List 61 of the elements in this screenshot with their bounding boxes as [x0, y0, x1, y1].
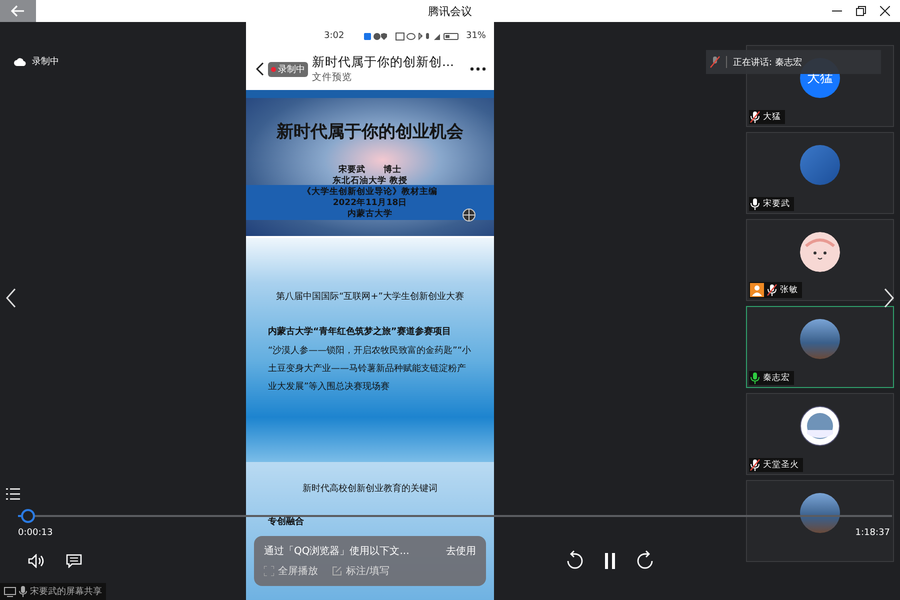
slide-text: 东北石油大学 教授 — [332, 176, 408, 186]
slide-text: 《大学生创新创业导论》教材主编 — [302, 187, 438, 198]
elapsed-time: 0:00:13 — [18, 528, 53, 538]
participant-tile[interactable]: 秦志宏 — [746, 306, 894, 388]
slide-body: “沙漠人参——锁阳，开启农牧民致富的金药匙”“小土豆变身大产业——马铃薯新品种赋能支链淀粉产业大发展”等入围总决赛现场赛 — [268, 344, 472, 394]
pause-icon[interactable] — [604, 553, 616, 569]
comment-icon[interactable] — [66, 554, 82, 568]
more-icon[interactable] — [470, 67, 486, 71]
next-page-icon[interactable] — [884, 288, 894, 308]
cloud-icon — [14, 58, 26, 66]
back-chevron-icon[interactable] — [256, 62, 264, 76]
slide-text: 2022年11月18日 — [332, 198, 408, 208]
phone-time: 3:02 — [324, 31, 344, 41]
screen-share-icon — [4, 586, 16, 596]
slide-heading: 第八届中国国际“互联网+”大学生创新创业大赛 — [275, 290, 465, 303]
host-user-icon — [750, 283, 764, 297]
popup-option[interactable]: 全屏播放 — [264, 564, 318, 578]
cartoon-avatar-icon — [800, 232, 840, 272]
participant-tile[interactable]: 张敏 — [746, 219, 894, 301]
slide-text: 宋要武 博士 — [338, 165, 402, 176]
participant-name: 大猛 — [763, 111, 781, 123]
document-subtitle: 文件预览 — [312, 71, 353, 84]
edit-icon — [332, 566, 342, 576]
progress-thumb[interactable] — [20, 509, 35, 523]
document-title: 新时代属于你的创新创... — [312, 54, 455, 71]
back-arrow-icon — [11, 5, 25, 17]
mic-icon — [19, 586, 27, 597]
recording-badge: 录制中 — [268, 62, 308, 76]
participant-name: 天堂圣火 — [763, 459, 799, 471]
participant-tile[interactable]: 天堂圣火 — [746, 393, 894, 475]
slide-heading: 新时代高校创新创业教育的关键词 — [302, 482, 438, 495]
total-duration: 1:18:37 — [855, 528, 890, 538]
photo-placeholder — [800, 493, 840, 533]
list-icon[interactable] — [6, 488, 20, 500]
fullscreen-icon — [264, 566, 274, 576]
volume-icon[interactable] — [28, 554, 44, 568]
slide-text: 内蒙古大学 — [348, 209, 392, 220]
use-link[interactable]: 去使用 — [446, 544, 476, 558]
globe-icon — [462, 208, 476, 222]
photo-placeholder — [800, 319, 840, 359]
participant-tile[interactable]: 宋要武 — [746, 132, 894, 214]
muted-mic-icon — [710, 56, 720, 68]
avatar-image-placeholder — [800, 145, 840, 185]
battery-percent: 31% — [466, 31, 486, 41]
close-icon[interactable] — [880, 6, 890, 16]
recording-status: 录制中 — [32, 56, 59, 68]
participant-name: 宋要武 — [763, 198, 790, 210]
participant-name: 张敏 — [780, 284, 798, 296]
window-title: 腾讯会议 — [428, 4, 472, 18]
slide-keyword: 专创融合 — [268, 516, 305, 528]
participant-tile[interactable] — [746, 480, 894, 562]
back-button[interactable] — [0, 0, 36, 22]
popup-text: 通过「QQ浏览器」使用以下文... — [264, 544, 410, 558]
slide-title: 新时代属于你的创业机会 — [276, 121, 464, 143]
restore-icon[interactable] — [856, 6, 866, 16]
slide-subheading: 内蒙古大学“青年红色筑梦之旅”赛道参赛项目 — [268, 325, 452, 338]
share-text: 宋要武的屏幕共享 — [30, 586, 102, 598]
popup-option[interactable]: 标注/填写 — [332, 564, 390, 578]
participant-name: 秦志宏 — [763, 372, 790, 384]
round-logo-icon — [800, 406, 840, 446]
previous-page-icon[interactable] — [6, 288, 16, 308]
